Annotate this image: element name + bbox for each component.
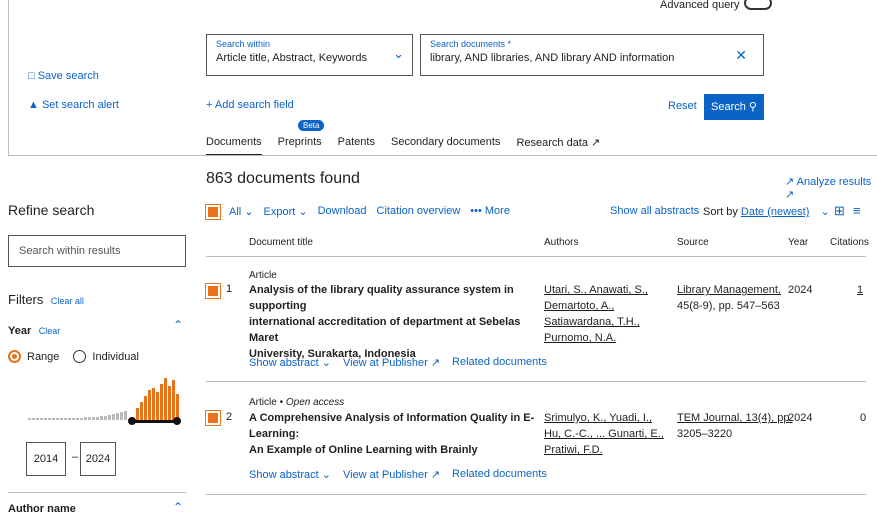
more-button[interactable]: ••• More — [470, 205, 510, 218]
save-search-link[interactable]: □ Save search — [28, 70, 99, 82]
tab-research-data[interactable]: Research data ↗ — [516, 136, 600, 156]
citations-link[interactable]: 1 — [857, 282, 863, 298]
source-link[interactable]: TEM Journal, 13(4), pp. 3205–3220 — [677, 410, 793, 442]
grid-view-icon[interactable]: ⊞ — [834, 203, 845, 219]
vertical-divider — [8, 0, 9, 156]
results-count: 863 documents found — [206, 170, 360, 187]
clear-icon[interactable]: ✕ — [735, 47, 747, 64]
list-view-icon[interactable]: ≡ — [853, 203, 861, 218]
all-dropdown[interactable]: All ⌄ — [229, 205, 254, 218]
analyze-results-link[interactable]: ↗ Analyze results ↗ — [785, 175, 877, 201]
col-year[interactable]: Year — [788, 237, 808, 248]
clear-year-link[interactable]: Clear — [39, 326, 61, 336]
search-documents-input[interactable]: Search documents * library, AND librarie… — [420, 34, 764, 76]
chevron-down-icon: ⌄ — [393, 46, 404, 61]
tab-beta-badge: Beta — [298, 120, 325, 131]
select-all-checkbox[interactable] — [205, 204, 221, 220]
col-title[interactable]: Document title — [249, 237, 313, 248]
author-name-filter-heading[interactable]: Author name — [8, 503, 76, 515]
year-to-input[interactable]: 2024 — [80, 442, 116, 476]
add-search-field-button[interactable]: + Add search field — [206, 99, 294, 111]
year-filter-heading: Year — [8, 325, 32, 337]
table-row: Article • Open access 2 A Comprehensive … — [205, 382, 867, 492]
search-within-results-input[interactable]: Search within results — [8, 235, 186, 267]
show-abstract-button[interactable]: Show abstract ⌄ — [249, 356, 331, 369]
filters-heading: Filters — [8, 292, 44, 307]
chevron-up-icon[interactable]: ⌃ — [173, 318, 183, 332]
show-all-abstracts-link[interactable]: Show all abstracts — [610, 205, 699, 217]
authors-list[interactable]: Srimulyo, K., Yuadi, I., Hu, C.-C., ... … — [544, 410, 664, 458]
row-checkbox[interactable] — [205, 283, 221, 299]
bookmark-icon: □ — [28, 70, 35, 82]
tab-documents[interactable]: Documents — [206, 136, 262, 156]
year-value: 2024 — [788, 284, 813, 296]
divider — [206, 494, 866, 495]
divider — [8, 492, 186, 493]
document-title-link[interactable]: Analysis of the library quality assuranc… — [249, 282, 539, 362]
tab-preprints[interactable]: Preprints — [278, 136, 322, 156]
export-dropdown[interactable]: Export ⌄ — [264, 205, 308, 218]
col-citations[interactable]: Citations — [830, 237, 869, 248]
col-source[interactable]: Source — [677, 237, 709, 248]
bell-icon: ▲ — [28, 99, 39, 111]
row-checkbox[interactable] — [205, 410, 221, 426]
authors-list[interactable]: Utari, S., Anawati, S., Demartoto, A., S… — [544, 282, 648, 346]
set-alert-link[interactable]: ▲ Set search alert — [28, 99, 119, 111]
view-publisher-link[interactable]: View at Publisher ↗ — [343, 468, 440, 481]
year-from-input[interactable]: 2014 — [26, 442, 66, 476]
source-link[interactable]: Library Management, 45(8-9), pp. 547–563 — [677, 282, 781, 314]
search-within-select[interactable]: Search within Article title, Abstract, K… — [206, 34, 413, 76]
range-radio[interactable] — [8, 350, 21, 363]
related-documents-link[interactable]: Related documents — [452, 356, 547, 369]
citations-value: 0 — [860, 412, 867, 424]
sort-by-select[interactable]: Sort by Date (newest) ⌄ — [703, 205, 830, 218]
chevron-down-icon: ⌄ — [820, 206, 830, 218]
individual-radio[interactable] — [73, 350, 87, 363]
advanced-query-toggle[interactable]: Advanced query — [660, 0, 778, 12]
plus-icon: + — [206, 99, 213, 111]
trend-icon: ↗ — [785, 176, 795, 188]
search-button[interactable]: Search ⚲ — [704, 94, 764, 120]
related-documents-link[interactable]: Related documents — [452, 468, 547, 481]
show-abstract-button[interactable]: Show abstract ⌄ — [249, 468, 331, 481]
table-row: Article 1 Analysis of the library qualit… — [205, 258, 866, 380]
view-publisher-link[interactable]: View at Publisher ↗ — [343, 356, 440, 369]
document-title-link[interactable]: A Comprehensive Analysis of Information … — [249, 410, 539, 458]
refine-heading: Refine search — [8, 202, 95, 218]
download-button[interactable]: Download — [318, 205, 367, 218]
col-authors[interactable]: Authors — [544, 237, 578, 248]
year-value: 2024 — [788, 412, 813, 424]
search-icon: ⚲ — [748, 101, 757, 113]
year-histogram[interactable] — [26, 374, 186, 428]
clear-all-link[interactable]: Clear all — [51, 296, 84, 306]
divider — [8, 155, 877, 156]
divider — [206, 256, 866, 257]
toggle-icon — [743, 0, 772, 10]
reset-button[interactable]: Reset — [668, 100, 697, 112]
citation-overview-button[interactable]: Citation overview — [377, 205, 461, 218]
tab-patents[interactable]: Patents — [338, 136, 375, 156]
tab-secondary[interactable]: Secondary documents — [391, 136, 500, 156]
